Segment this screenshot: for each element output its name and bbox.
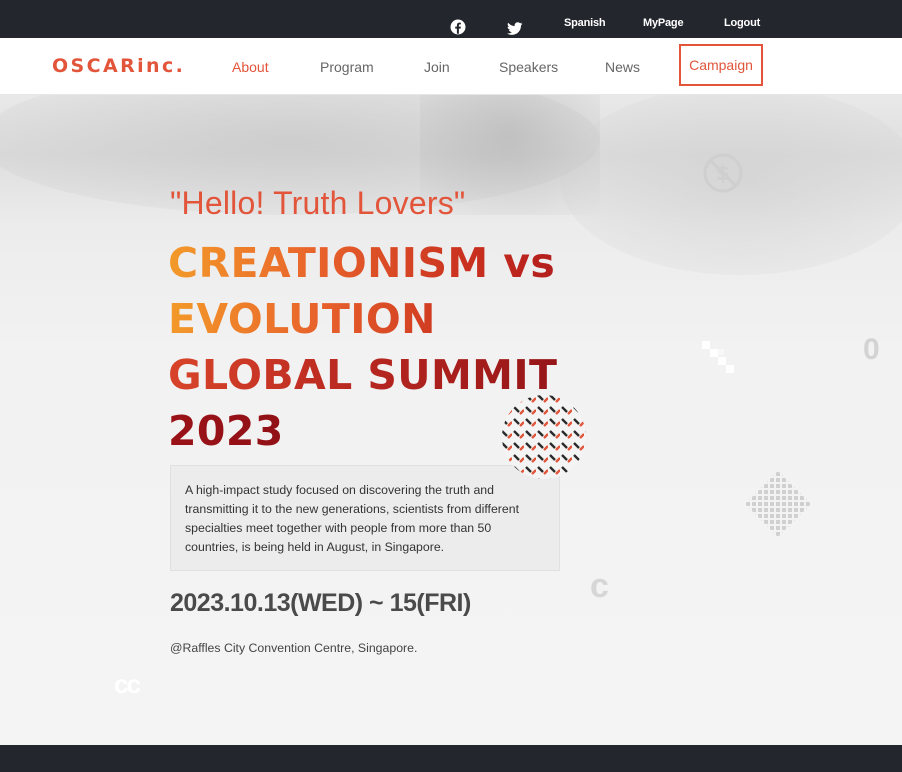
event-date: 2023.10.13(WED) ~ 15(FRI) — [170, 589, 471, 617]
diamond-grid-icon — [745, 471, 811, 537]
nav-item-join[interactable]: Join — [424, 59, 450, 75]
hero-title-line: CREATIONISM vs — [168, 235, 598, 291]
decorative-glyph: 0 — [863, 333, 880, 366]
logo[interactable]: OSCARinc. — [52, 55, 185, 77]
pattern-circle-icon — [502, 395, 586, 479]
svg-text:$: $ — [716, 161, 730, 185]
logout-link[interactable]: Logout — [724, 17, 760, 29]
decorative-glyph: c — [590, 567, 609, 605]
nav-item-program[interactable]: Program — [320, 59, 374, 75]
pixel-squares-icon — [702, 341, 734, 373]
hero-greeting: "Hello! Truth Lovers" — [170, 185, 466, 221]
top-utility-bar: Spanish MyPage Logout — [0, 0, 902, 38]
decorative-glyph: cc — [114, 669, 141, 699]
mypage-link[interactable]: MyPage — [643, 17, 684, 29]
nav-item-speakers[interactable]: Speakers — [499, 59, 558, 75]
nav-item-news[interactable]: News — [605, 59, 640, 75]
main-nav: OSCARinc. About Program Join Speakers Ne… — [0, 38, 902, 95]
event-venue: @Raffles City Convention Centre, Singapo… — [170, 641, 418, 655]
language-link[interactable]: Spanish — [564, 17, 606, 29]
hero-title-line: EVOLUTION — [168, 291, 598, 347]
hero-banner: "Hello! Truth Lovers" CREATIONISM vs EVO… — [0, 95, 902, 745]
twitter-icon[interactable] — [507, 21, 523, 37]
no-dollar-icon: $ — [703, 153, 743, 193]
footer-bar — [0, 745, 902, 772]
facebook-icon[interactable] — [450, 19, 466, 35]
nav-item-campaign[interactable]: Campaign — [679, 44, 763, 86]
nav-item-about[interactable]: About — [232, 59, 269, 75]
